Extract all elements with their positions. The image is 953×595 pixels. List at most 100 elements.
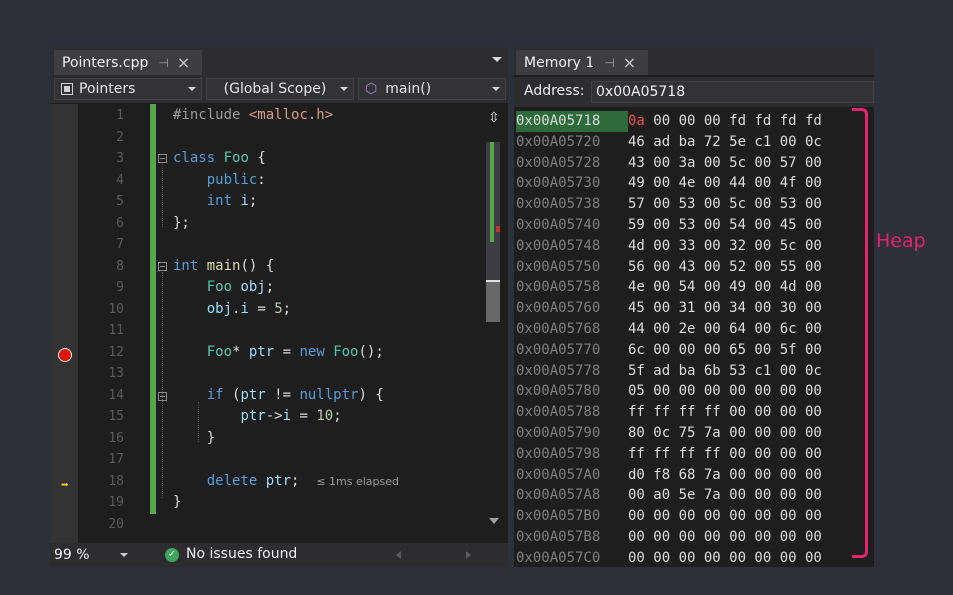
code-text[interactable]: public: [173, 170, 266, 192]
memory-bytes[interactable]: 80 0c 75 7a 00 00 00 00 [628, 423, 822, 444]
breakpoint-icon[interactable] [58, 348, 72, 362]
byte-values[interactable]: ff ff ff ff 00 00 00 00 [628, 404, 822, 420]
code-text[interactable]: #include <malloc.h> [173, 105, 333, 127]
tab-list-dropdown-icon[interactable] [492, 57, 502, 62]
code-line[interactable]: 1 #include <malloc.h> [78, 105, 478, 127]
memory-bytes[interactable]: 5f ad ba 6b 53 c1 00 0c [628, 361, 822, 382]
memory-address[interactable]: 0x00A05750 [516, 257, 628, 278]
code-text[interactable]: ptr->i = 10; [173, 406, 341, 428]
code-text[interactable]: obj.i = 5; [173, 299, 291, 321]
byte-values[interactable]: 05 00 00 00 00 00 00 00 [628, 383, 822, 399]
memory-address[interactable]: 0x00A05770 [516, 340, 628, 361]
byte-values[interactable]: 00 a0 5e 7a 00 00 00 00 [628, 487, 822, 503]
code-line[interactable]: 3 class Foo { [78, 148, 478, 170]
memory-address[interactable]: 0x00A057B0 [516, 506, 628, 527]
code-line[interactable]: 19} [78, 492, 478, 514]
code-text[interactable]: }; [173, 213, 190, 235]
memory-address[interactable]: 0x00A057A8 [516, 485, 628, 506]
memory-address[interactable]: 0x00A05730 [516, 173, 628, 194]
memory-bytes[interactable]: 0a 00 00 00 fd fd fd fd [628, 111, 822, 132]
changed-byte[interactable]: 0a [628, 113, 645, 129]
memory-bytes[interactable]: 49 00 4e 00 44 00 4f 00 [628, 173, 822, 194]
project-dropdown[interactable]: Pointers [54, 78, 202, 100]
code-line[interactable]: 14 if (ptr != nullptr) { [78, 385, 478, 407]
code-text[interactable]: int main() { [173, 256, 274, 278]
memory-address[interactable]: 0x00A05788 [516, 402, 628, 423]
memory-address[interactable]: 0x00A05720 [516, 132, 628, 153]
scroll-left-icon[interactable] [396, 551, 401, 559]
memory-address[interactable]: 0x00A05798 [516, 444, 628, 465]
scroll-down-icon[interactable] [489, 518, 499, 524]
memory-address[interactable]: 0x00A05778 [516, 361, 628, 382]
code-line[interactable]: 7 [78, 234, 478, 256]
memory-bytes[interactable]: 6c 00 00 00 65 00 5f 00 [628, 340, 822, 361]
code-line[interactable]: 4 public: [78, 170, 478, 192]
code-line[interactable]: 6}; [78, 213, 478, 235]
close-icon[interactable]: × [177, 54, 190, 70]
byte-values[interactable]: 44 00 2e 00 64 00 6c 00 [628, 321, 822, 337]
memory-bytes[interactable]: d0 f8 68 7a 00 00 00 00 [628, 465, 822, 486]
memory-bytes[interactable]: ff ff ff ff 00 00 00 00 [628, 402, 822, 423]
tab-pointers-cpp[interactable]: Pointers.cpp ⊣ × [54, 50, 202, 75]
code-text[interactable]: Foo* ptr = new Foo(); [173, 342, 384, 364]
memory-bytes[interactable]: 44 00 2e 00 64 00 6c 00 [628, 319, 822, 340]
byte-values[interactable]: 00 00 00 00 00 00 00 00 [628, 529, 822, 545]
close-icon[interactable]: × [623, 54, 636, 70]
memory-bytes[interactable]: 00 00 00 00 00 00 00 00 [628, 506, 822, 527]
byte-values[interactable]: 5f ad ba 6b 53 c1 00 0c [628, 363, 822, 379]
memory-address[interactable]: 0x00A057B8 [516, 527, 628, 548]
byte-values[interactable]: 49 00 4e 00 44 00 4f 00 [628, 175, 822, 191]
memory-bytes[interactable]: 59 00 53 00 54 00 45 00 [628, 215, 822, 236]
pin-icon[interactable]: ⊣ [158, 56, 168, 70]
memory-address[interactable]: 0x00A05780 [516, 381, 628, 402]
byte-values[interactable]: ff ff ff ff 00 00 00 00 [628, 446, 822, 462]
tab-memory-1[interactable]: Memory 1 ⊣ × [516, 50, 648, 75]
memory-address[interactable]: 0x00A05768 [516, 319, 628, 340]
memory-bytes[interactable]: 00 00 00 00 00 00 00 00 [628, 548, 822, 569]
byte-values[interactable]: 6c 00 00 00 65 00 5f 00 [628, 342, 822, 358]
code-line[interactable]: 18 delete ptr; ≤ 1ms elapsed [78, 471, 478, 493]
code-text[interactable]: int i; [173, 191, 258, 213]
memory-address[interactable]: 0x00A057C0 [516, 548, 628, 569]
memory-address[interactable]: 0x00A05758 [516, 277, 628, 298]
code-line[interactable]: 13 [78, 363, 478, 385]
memory-bytes[interactable]: 4d 00 33 00 32 00 5c 00 [628, 236, 822, 257]
scope-dropdown[interactable]: (Global Scope) [206, 78, 354, 100]
memory-bytes[interactable]: 56 00 43 00 52 00 55 00 [628, 257, 822, 278]
code-line[interactable]: 9 Foo obj; [78, 277, 478, 299]
address-input[interactable]: 0x00A05718 [591, 81, 874, 103]
check-circle-icon[interactable]: ✓ [165, 548, 179, 562]
code-text[interactable]: class Foo { [173, 148, 266, 170]
memory-address[interactable]: 0x00A05718 [516, 111, 628, 132]
zoom-dropdown[interactable]: 99 % [54, 546, 132, 564]
code-area[interactable]: ➡ 1 #include <malloc.h> 2 3 class Foo {4 pub… [50, 104, 480, 544]
byte-values[interactable]: 00 00 00 fd fd fd fd [645, 113, 822, 129]
byte-values[interactable]: d0 f8 68 7a 00 00 00 00 [628, 467, 822, 483]
code-line[interactable]: 8 int main() { [78, 256, 478, 278]
memory-address[interactable]: 0x00A05748 [516, 236, 628, 257]
issues-status[interactable]: No issues found [186, 546, 297, 562]
member-dropdown[interactable]: ⬡ main() [358, 78, 506, 100]
memory-bytes[interactable]: 05 00 00 00 00 00 00 00 [628, 381, 822, 402]
scrollbar-thumb[interactable] [486, 282, 500, 322]
scroll-right-icon[interactable] [466, 551, 471, 559]
code-text[interactable]: delete ptr; ≤ 1ms elapsed [173, 471, 399, 493]
memory-bytes[interactable]: 45 00 31 00 34 00 30 00 [628, 298, 822, 319]
editor-vertical-scrollbar[interactable]: ⇳ [480, 104, 508, 544]
byte-values[interactable]: 45 00 31 00 34 00 30 00 [628, 300, 822, 316]
code-line[interactable]: 12 Foo* ptr = new Foo(); [78, 342, 478, 364]
code-line[interactable]: 20 [78, 514, 478, 536]
memory-address[interactable]: 0x00A05740 [516, 215, 628, 236]
code-line[interactable]: 15 ptr->i = 10; [78, 406, 478, 428]
byte-values[interactable]: 57 00 53 00 5c 00 53 00 [628, 196, 822, 212]
memory-address[interactable]: 0x00A05790 [516, 423, 628, 444]
byte-values[interactable]: 4d 00 33 00 32 00 5c 00 [628, 238, 822, 254]
byte-values[interactable]: 43 00 3a 00 5c 00 57 00 [628, 155, 822, 171]
memory-bytes[interactable]: 43 00 3a 00 5c 00 57 00 [628, 153, 822, 174]
memory-bytes[interactable]: 00 00 00 00 00 00 00 00 [628, 527, 822, 548]
byte-values[interactable]: 46 ad ba 72 5e c1 00 0c [628, 134, 822, 150]
byte-values[interactable]: 4e 00 54 00 49 00 4d 00 [628, 279, 822, 295]
code-line[interactable]: 5 int i; [78, 191, 478, 213]
split-icon[interactable]: ⇳ [488, 110, 500, 126]
byte-values[interactable]: 80 0c 75 7a 00 00 00 00 [628, 425, 822, 441]
